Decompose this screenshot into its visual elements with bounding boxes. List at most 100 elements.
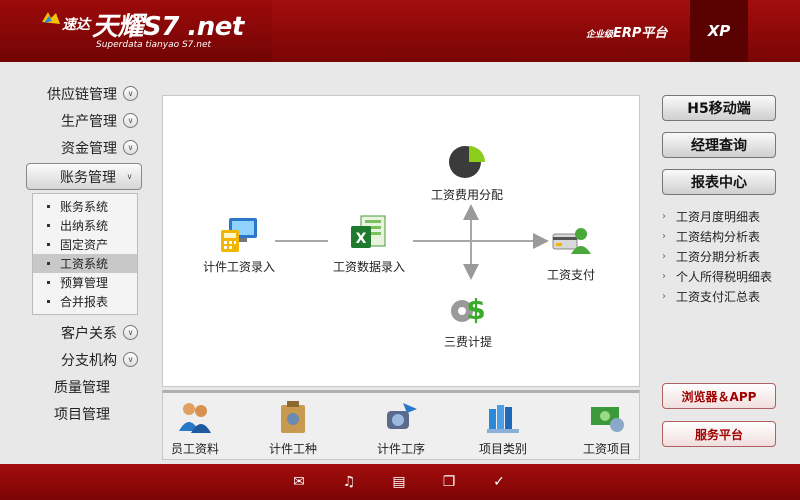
users-icon xyxy=(179,403,211,433)
chevron-down-icon: ∨ xyxy=(123,325,138,340)
browser-app-button[interactable]: 浏览器＆APP xyxy=(662,383,776,409)
node-wage-payment[interactable]: 工资支付 xyxy=(547,222,595,283)
accounting-submenu: 账务系统 出纳系统 固定资产 工资系统 预算管理 合并报表 xyxy=(32,193,138,315)
logo-subtitle: Superdata tianyao S7.net xyxy=(96,40,212,50)
sidebar-item-label: 项目管理 xyxy=(54,406,110,423)
chevron-down-icon: ∨ xyxy=(123,113,138,128)
sidebar-item-projects[interactable]: 项目管理 xyxy=(26,400,142,427)
report-list: › 工资月度明细表 › 工资结构分析表 › 工资分期分析表 › 个人所得税明细表 › 工资… xyxy=(662,206,780,306)
sidebar-item-supply-chain[interactable]: 供应链管理 ∨ xyxy=(26,80,142,107)
report-center-button[interactable]: 报表中心 xyxy=(662,169,776,195)
chevron-down-icon: ∨ xyxy=(126,171,133,181)
tool-label: 项目类别 xyxy=(479,442,528,456)
sidebar-item-production[interactable]: 生产管理 ∨ xyxy=(26,107,142,134)
chevron-right-icon: › xyxy=(662,270,666,282)
card-user-icon xyxy=(552,228,591,254)
mail-icon[interactable]: ✉ xyxy=(290,473,308,491)
tool-label: 员工资料 xyxy=(171,442,220,456)
node-wage-data-entry[interactable]: X 工资数据录入 xyxy=(333,214,405,275)
report-link-label: 工资分期分析表 xyxy=(676,249,761,264)
check-circle-icon[interactable]: ✓ xyxy=(490,473,508,491)
bullet-icon xyxy=(47,205,50,208)
computer-calculator-icon xyxy=(221,218,257,252)
node-piece-wage-entry[interactable]: 计件工资录入 xyxy=(203,214,275,275)
report-link-period-analysis[interactable]: › 工资分期分析表 xyxy=(662,246,780,266)
submenu-item-label: 出纳系统 xyxy=(60,219,109,233)
chevron-right-icon: › xyxy=(662,250,666,262)
sidebar-item-funds[interactable]: 资金管理 ∨ xyxy=(26,134,142,161)
chevron-down-icon: ∨ xyxy=(123,86,138,101)
tool-piece-processes[interactable]: 计件工序 xyxy=(377,399,425,457)
sidebar-item-label: 供应链管理 xyxy=(47,86,117,103)
sidebar-item-label: 分支机构 xyxy=(61,352,117,369)
submenu-item-label: 账务系统 xyxy=(60,200,109,214)
footer-toolbar: ✉ ♫ ▤ ❐ ✓ xyxy=(0,464,800,500)
logo-cn-text: 速达 xyxy=(62,17,90,33)
app-header: 速达 天耀S7 .net Superdata tianyao S7.net 企业… xyxy=(0,0,800,62)
chevron-right-icon: › xyxy=(662,210,666,222)
tool-item-categories[interactable]: 项目类别 xyxy=(479,399,527,457)
sidebar-nav: 供应链管理 ∨ 生产管理 ∨ 资金管理 ∨ 账务管理 ∨ 账务系统 出纳系统 固… xyxy=(26,80,142,427)
speaker-icon[interactable]: ♫ xyxy=(340,473,358,491)
sidebar-item-label: 账务管理 xyxy=(60,169,116,186)
tool-label: 工资项目 xyxy=(583,442,632,456)
logo-brand-text: 天耀S7 .net xyxy=(92,12,244,42)
briefcase-gear-icon xyxy=(281,401,305,433)
submenu-item-ledger[interactable]: 账务系统 xyxy=(33,197,137,216)
payroll-tools-bar: 员工资料 计件工种 计件工序 项目类别 工资项目 xyxy=(162,390,640,460)
sidebar-item-label: 资金管理 xyxy=(61,140,117,157)
gear-dollar-icon: $ xyxy=(451,293,486,326)
submenu-item-label: 合并报表 xyxy=(60,295,109,309)
logo-star-icon xyxy=(42,12,60,24)
sidebar-item-crm[interactable]: 客户关系 ∨ xyxy=(26,319,142,346)
report-link-income-tax-detail[interactable]: › 个人所得税明细表 xyxy=(662,266,780,286)
node-wage-cost-allocation[interactable]: 工资费用分配 xyxy=(431,142,503,203)
sidebar-item-accounting[interactable]: 账务管理 ∨ xyxy=(26,163,142,190)
submenu-item-label: 工资系统 xyxy=(60,257,109,271)
tool-wage-items[interactable]: 工资项目 xyxy=(583,399,631,457)
bullet-icon xyxy=(47,224,50,227)
copy-icon[interactable]: ❐ xyxy=(440,473,458,491)
submenu-item-fixed-assets[interactable]: 固定资产 xyxy=(33,235,137,254)
report-link-label: 工资支付汇总表 xyxy=(676,289,761,304)
bullet-icon xyxy=(47,243,50,246)
report-link-label: 工资月度明细表 xyxy=(676,209,761,224)
submenu-item-budget[interactable]: 预算管理 xyxy=(33,273,137,292)
money-gear-icon xyxy=(591,407,624,432)
bullet-icon xyxy=(47,262,50,265)
chevron-down-icon: ∨ xyxy=(123,140,138,155)
sidebar-item-branches[interactable]: 分支机构 ∨ xyxy=(26,346,142,373)
logo-area: 速达 天耀S7 .net Superdata tianyao S7.net xyxy=(0,0,272,62)
node-label: 工资支付 xyxy=(547,268,596,282)
manager-query-button[interactable]: 经理查询 xyxy=(662,132,776,158)
submenu-item-label: 固定资产 xyxy=(60,238,109,252)
submenu-item-payroll[interactable]: 工资系统 xyxy=(33,254,137,273)
chevron-right-icon: › xyxy=(662,290,666,302)
report-link-structure-analysis[interactable]: › 工资结构分析表 xyxy=(662,226,780,246)
xp-badge[interactable]: XP xyxy=(690,0,748,62)
erp-main-label: ERP平台 xyxy=(613,26,668,41)
sidebar-item-quality[interactable]: 质量管理 xyxy=(26,373,142,400)
node-three-fee-accrual[interactable]: $ 三费计提 xyxy=(444,289,492,350)
report-link-label: 个人所得税明细表 xyxy=(676,269,773,284)
tool-piece-job-types[interactable]: 计件工种 xyxy=(269,399,317,457)
chevron-down-icon: ∨ xyxy=(123,352,138,367)
submenu-item-label: 预算管理 xyxy=(60,276,109,290)
service-platform-button[interactable]: 服务平台 xyxy=(662,421,776,447)
node-label: 三费计提 xyxy=(444,335,493,349)
camera-arrow-icon xyxy=(387,403,417,429)
report-link-monthly-detail[interactable]: › 工资月度明细表 xyxy=(662,206,780,226)
tool-employee-profile[interactable]: 员工资料 xyxy=(171,399,219,457)
sidebar-item-label: 生产管理 xyxy=(61,113,117,130)
right-panel: H5移动端 经理查询 报表中心 › 工资月度明细表 › 工资结构分析表 › 工资分期分… xyxy=(662,95,780,306)
submenu-item-cashier[interactable]: 出纳系统 xyxy=(33,216,137,235)
books-icon xyxy=(487,405,519,433)
submenu-item-consolidation[interactable]: 合并报表 xyxy=(33,292,137,311)
book-icon[interactable]: ▤ xyxy=(390,473,408,491)
h5-mobile-button[interactable]: H5移动端 xyxy=(662,95,776,121)
report-link-payment-summary[interactable]: › 工资支付汇总表 xyxy=(662,286,780,306)
sidebar-item-label: 客户关系 xyxy=(61,325,117,342)
erp-small-label: 企业级 xyxy=(586,30,614,40)
pie-chart-icon xyxy=(449,146,485,178)
chevron-right-icon: › xyxy=(662,230,666,242)
